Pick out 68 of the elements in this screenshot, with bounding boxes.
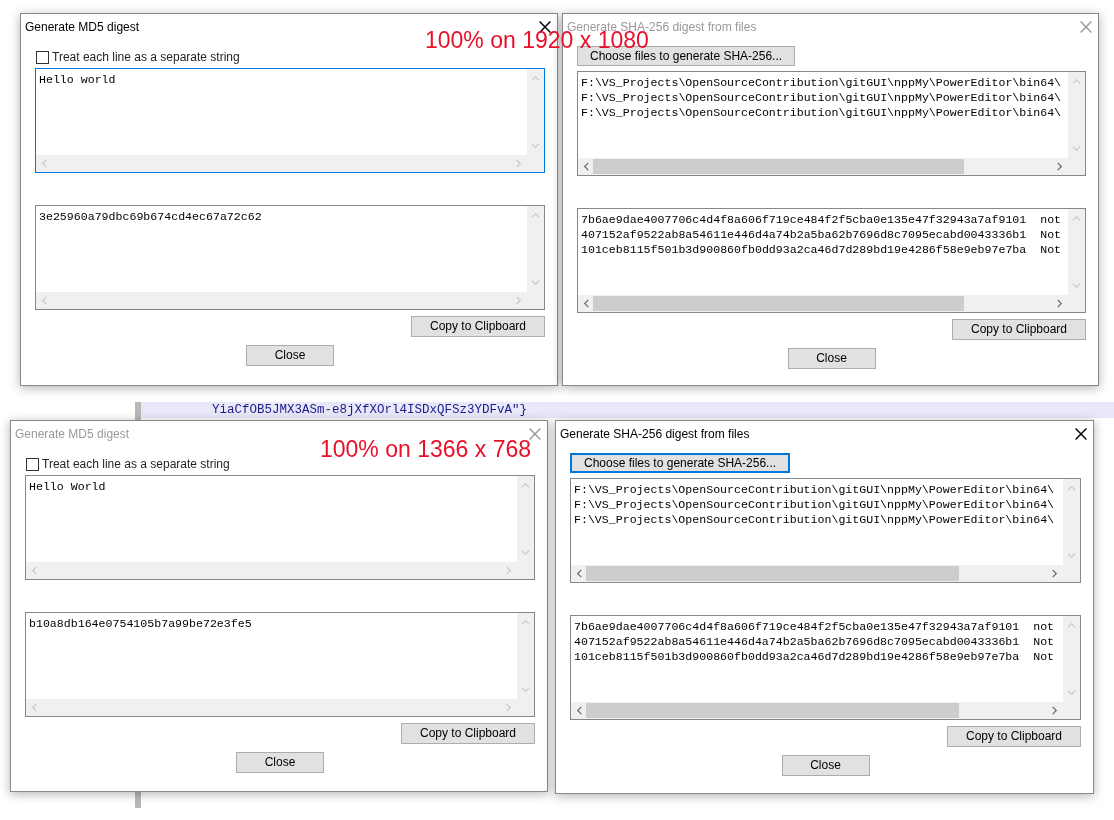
scroll-up-icon[interactable]: [521, 618, 530, 627]
scroll-up-icon[interactable]: [1072, 214, 1081, 223]
close-icon[interactable]: [539, 21, 551, 33]
scroll-left-icon[interactable]: [582, 299, 591, 308]
vertical-scrollbar[interactable]: [1063, 479, 1080, 565]
scroll-left-icon[interactable]: [575, 569, 584, 578]
text-area[interactable]: 3e25960a79dbc69b674cd4ec67a72c62: [35, 205, 545, 310]
annotation-text: 100% on 1366 x 768: [320, 436, 531, 462]
vertical-scrollbar[interactable]: [517, 476, 534, 562]
checkbox-label[interactable]: Treat each line as a separate string: [52, 48, 240, 66]
close-icon[interactable]: [1075, 428, 1087, 440]
copy-button[interactable]: Copy to Clipboard: [952, 319, 1086, 340]
scroll-down-icon[interactable]: [531, 278, 540, 287]
scroll-right-icon[interactable]: [1055, 299, 1064, 308]
editor-code-line: YiaCfOB5JMX3ASm-e8jXfXOrl4ISDxQFSz3YDFvA"}: [212, 402, 528, 418]
scroll-left-icon[interactable]: [582, 162, 591, 171]
window-title: Generate MD5 digest: [15, 426, 130, 443]
scroll-up-icon[interactable]: [531, 74, 540, 83]
vertical-scrollbar[interactable]: [1068, 209, 1085, 295]
scroll-up-icon[interactable]: [1067, 484, 1076, 493]
text-area[interactable]: b10a8db164e0754105b7a99be72e3fe5: [25, 612, 535, 717]
scroll-down-icon[interactable]: [1067, 688, 1076, 697]
close-button[interactable]: Close: [236, 752, 324, 773]
text-area[interactable]: 7b6ae9dae4007706c4d4f8a606f719ce484f2f5cba0e135e47f32943a7af9101 not 407152af9522ab8a54611e446d4a74b2a5ba62b7696d8c7095ecabd0043336b1 Not 101ceb8115f501b3d900860fb0dd93a2ca46d7d289bd19e4286f58e9eb97e7ba Not: [577, 208, 1086, 313]
vertical-scrollbar[interactable]: [1063, 616, 1080, 702]
horizontal-scrollbar[interactable]: [578, 158, 1085, 175]
scroll-down-icon[interactable]: [1072, 144, 1081, 153]
scroll-right-icon[interactable]: [1050, 569, 1059, 578]
scroll-up-icon[interactable]: [1067, 621, 1076, 630]
scrollbar-thumb[interactable]: [593, 159, 965, 174]
scroll-down-icon[interactable]: [521, 685, 530, 694]
vertical-scrollbar[interactable]: [1068, 72, 1085, 158]
copy-button[interactable]: Copy to Clipboard: [947, 726, 1081, 747]
text-area[interactable]: F:\VS_Projects\OpenSourceContribution\gitGUI\nppMy\PowerEditor\bin64\ F:\VS_Projects\OpenSourceContribution\gitGUI\nppMy\PowerEditor\bin64\ F:\VS_Projects\OpenSourceContribution\gitGUI\nppMy\PowerEditor\bin64\: [577, 71, 1086, 176]
window-title: Generate SHA-256 digest from files: [560, 426, 750, 443]
scrollbar-thumb[interactable]: [586, 566, 959, 581]
scroll-right-icon[interactable]: [1050, 706, 1059, 715]
window-title: Generate MD5 digest: [25, 19, 140, 36]
scroll-up-icon[interactable]: [521, 481, 530, 490]
scroll-left-icon[interactable]: [575, 706, 584, 715]
horizontal-scrollbar[interactable]: [578, 295, 1085, 312]
copy-button[interactable]: Copy to Clipboard: [411, 316, 545, 337]
scroll-up-icon[interactable]: [1072, 77, 1081, 86]
scrollbar-thumb[interactable]: [593, 296, 965, 311]
checkbox-box[interactable]: [26, 457, 39, 471]
text-area[interactable]: Hello world: [35, 68, 545, 173]
horizontal-scrollbar[interactable]: [571, 702, 1080, 719]
scroll-down-icon[interactable]: [521, 548, 530, 557]
text-area[interactable]: Hello World: [25, 475, 535, 580]
scroll-up-icon[interactable]: [531, 211, 540, 220]
horizontal-scrollbar[interactable]: [571, 565, 1080, 582]
scroll-down-icon[interactable]: [1072, 281, 1081, 290]
scroll-right-icon[interactable]: [1055, 162, 1064, 171]
text-area[interactable]: 7b6ae9dae4007706c4d4f8a606f719ce484f2f5cba0e135e47f32943a7af9101 not 407152af9522ab8a54611e446d4a74b2a5ba62b7696d8c7095ecabd0043336b1 Not 101ceb8115f501b3d900860fb0dd93a2ca46d7d289bd19e4286f58e9eb97e7ba Not: [570, 615, 1081, 720]
vertical-scrollbar[interactable]: [527, 206, 544, 292]
close-button[interactable]: Close: [787, 348, 876, 369]
close-button[interactable]: Close: [781, 755, 870, 776]
scrollbar-thumb[interactable]: [586, 703, 959, 718]
text-area[interactable]: F:\VS_Projects\OpenSourceContribution\gitGUI\nppMy\PowerEditor\bin64\ F:\VS_Projects\OpenSourceContribution\gitGUI\nppMy\PowerEditor\bin64\ F:\VS_Projects\OpenSourceContribution\gitGUI\nppMy\PowerEditor\bin64\: [570, 478, 1081, 583]
checkbox-label[interactable]: Treat each line as a separate string: [42, 455, 230, 473]
choose-files-button[interactable]: Choose files to generate SHA-256...: [570, 453, 791, 473]
copy-button[interactable]: Copy to Clipboard: [401, 723, 535, 744]
scroll-down-icon[interactable]: [1067, 551, 1076, 560]
vertical-scrollbar[interactable]: [517, 613, 534, 699]
scroll-down-icon[interactable]: [531, 141, 540, 150]
checkbox-box[interactable]: [36, 50, 49, 64]
close-button[interactable]: Close: [246, 345, 334, 366]
vertical-scrollbar[interactable]: [527, 69, 544, 155]
